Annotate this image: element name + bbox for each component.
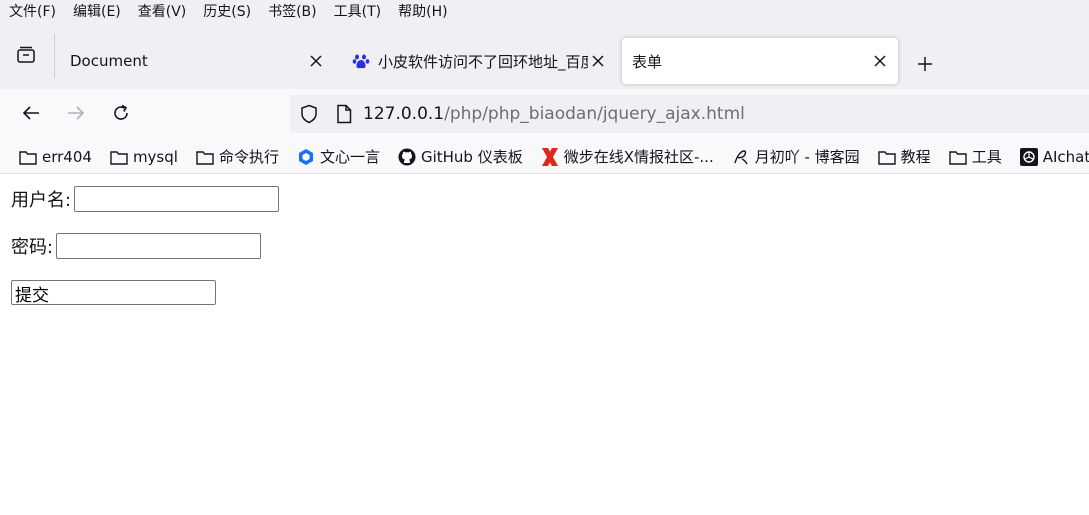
bookmark-github[interactable]: GitHub 仪表板 — [397, 146, 523, 167]
bookmark-command-exec[interactable]: 命令执行 — [195, 146, 279, 167]
folder-icon — [18, 148, 38, 166]
close-icon[interactable] — [306, 51, 326, 71]
menu-bookmarks[interactable]: 书签(B) — [259, 1, 325, 21]
menu-edit[interactable]: 编辑(E) — [64, 1, 129, 21]
bookmark-tutorials[interactable]: 教程 — [877, 146, 931, 167]
bookmark-err404[interactable]: err404 — [18, 148, 92, 166]
bookmark-mysql[interactable]: mysql — [109, 148, 178, 166]
tab-strip: Document 小皮软件访问不了回环地址_百度 表单 — [0, 22, 1089, 89]
menu-file[interactable]: 文件(F) — [0, 1, 64, 21]
username-input[interactable] — [74, 186, 280, 212]
url-text[interactable]: 127.0.0.1/php/php_biaodan/jquery_ajax.ht… — [363, 104, 745, 124]
threatbook-icon — [540, 147, 560, 166]
arrow-right-icon — [67, 105, 85, 125]
bookmark-label: 教程 — [900, 148, 931, 166]
bookmark-aichat[interactable]: AIchatO — [1019, 147, 1089, 166]
address-bar[interactable]: 127.0.0.1/php/php_biaodan/jquery_ajax.ht… — [290, 95, 1089, 133]
navigation-toolbar: 127.0.0.1/php/php_biaodan/jquery_ajax.ht… — [0, 89, 1089, 140]
bookmark-threatbook[interactable]: 微步在线X情报社区-... — [540, 146, 714, 167]
tab-title: 表单 — [632, 52, 663, 71]
folder-icon — [195, 148, 215, 166]
bookmark-label: 微步在线X情报社区-... — [563, 148, 714, 166]
tab-document[interactable]: Document — [58, 38, 334, 84]
folder-icon — [877, 148, 897, 166]
url-host: 127.0.0.1 — [363, 104, 445, 124]
shield-icon[interactable] — [298, 103, 320, 125]
close-icon[interactable] — [870, 51, 890, 71]
bookmark-label: err404 — [42, 147, 92, 166]
menu-history[interactable]: 历史(S) — [194, 1, 259, 21]
baidu-paw-icon — [352, 52, 370, 70]
tab-baidu[interactable]: 小皮软件访问不了回环地址_百度 — [340, 38, 616, 84]
reload-button[interactable] — [106, 100, 136, 130]
tab-form-active[interactable]: 表单 — [622, 38, 898, 84]
cnblogs-icon — [731, 148, 751, 166]
back-button[interactable] — [16, 100, 46, 130]
folder-icon — [948, 148, 968, 166]
bookmark-label: 命令执行 — [218, 148, 279, 166]
password-label: 密码: — [11, 237, 54, 258]
plus-icon — [917, 56, 933, 76]
tab-list-button[interactable] — [8, 39, 44, 75]
reload-icon — [111, 103, 131, 127]
tab-separator — [54, 34, 55, 78]
bookmark-label: 月初吖 - 博客园 — [754, 148, 860, 166]
bookmark-label: mysql — [132, 147, 178, 166]
username-row: 用户名: — [11, 186, 280, 212]
bookmark-label: 工具 — [971, 148, 1002, 166]
username-label: 用户名: — [11, 190, 72, 211]
menu-help[interactable]: 帮助(H) — [389, 1, 455, 21]
bookmark-tools[interactable]: 工具 — [948, 146, 1002, 167]
new-tab-button[interactable] — [910, 51, 940, 81]
arrow-left-icon — [22, 105, 40, 125]
close-icon[interactable] — [588, 51, 608, 71]
bookmark-wenxin[interactable]: 文心一言 — [296, 146, 380, 167]
forward-button[interactable] — [61, 100, 91, 130]
bookmark-cnblogs[interactable]: 月初吖 - 博客园 — [731, 146, 860, 167]
tab-title: Document — [70, 52, 148, 70]
tab-list-icon — [16, 46, 36, 68]
url-path: /php/php_biaodan/jquery_ajax.html — [444, 104, 745, 124]
menu-tools[interactable]: 工具(T) — [325, 1, 389, 21]
github-icon — [397, 148, 417, 166]
menu-view[interactable]: 查看(V) — [129, 1, 195, 21]
password-row: 密码: — [11, 233, 262, 259]
folder-icon — [109, 148, 129, 166]
submit-button[interactable]: 提交 — [11, 280, 216, 306]
bookmark-label: GitHub 仪表板 — [420, 148, 523, 166]
bookmarks-toolbar: err404 mysql 命令执行 文心一言 GitHub 仪表板 微步在线X情… — [0, 140, 1089, 174]
wenxin-icon — [296, 148, 316, 166]
tab-title: 小皮软件访问不了回环地址_百度 — [378, 52, 588, 71]
password-input[interactable] — [56, 233, 262, 259]
bookmark-label: AIchatO — [1042, 147, 1089, 166]
bookmark-label: 文心一言 — [319, 148, 380, 166]
menu-bar: 文件(F) 编辑(E) 查看(V) 历史(S) 书签(B) 工具(T) 帮助(H… — [0, 0, 1089, 22]
page-content: 用户名: 密码: 提交 — [0, 175, 1089, 515]
page-icon[interactable] — [334, 103, 354, 125]
openai-icon — [1019, 147, 1039, 166]
